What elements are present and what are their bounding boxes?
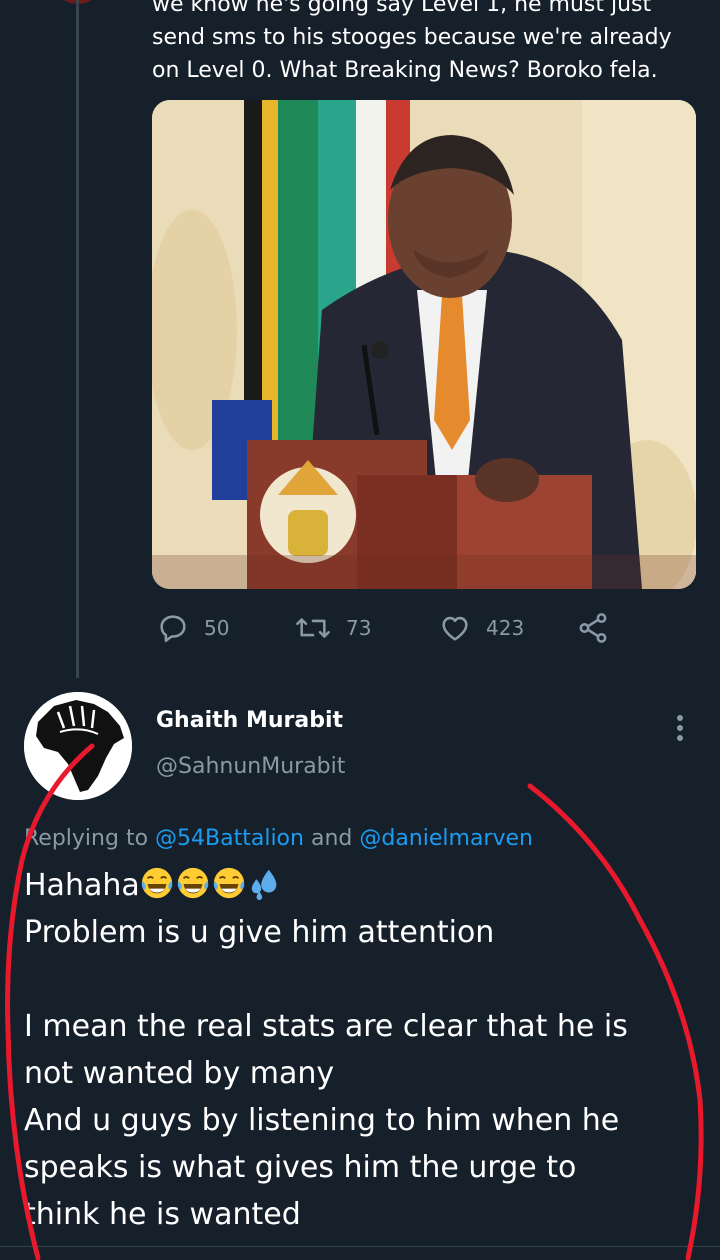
reply-text-line — [24, 956, 704, 1003]
user-handle[interactable]: @SahnunMurabit — [156, 754, 345, 779]
previous-tweet-text-line: we know he's going say Level 1, he must … — [152, 0, 652, 17]
laughing-tears-emoji-icon — [213, 867, 244, 899]
more-options-button[interactable] — [664, 708, 696, 748]
tweet-thread-page: we know he's going say Level 1, he must … — [0, 0, 720, 1260]
share-action[interactable] — [576, 608, 610, 648]
vertical-ellipsis-icon — [677, 715, 683, 741]
laughing-tears-emoji-icon — [177, 867, 208, 899]
reply-text-line: think he is wanted — [24, 1197, 301, 1232]
retweet-action[interactable]: 73 — [294, 608, 371, 648]
display-name[interactable]: Ghaith Murabit — [156, 708, 343, 733]
previous-tweet-text-line: on Level 0. What Breaking News? Boroko f… — [152, 58, 658, 83]
press-conference-photo — [152, 100, 696, 589]
previous-tweet-text: we know he's going say Level 1, he must … — [152, 0, 692, 87]
like-count: 423 — [486, 616, 525, 640]
reply-text-line: Problem is u give him attention — [24, 915, 495, 950]
sweat-droplets-emoji-icon — [251, 869, 277, 900]
mention-link[interactable]: @54Battalion — [155, 826, 304, 851]
reply-text-line: I mean the real stats are clear that he … — [24, 1009, 628, 1044]
retweet-count: 73 — [346, 616, 372, 640]
reply-text-line: not wanted by many — [24, 1056, 335, 1091]
reply-text-line: speaks is what gives him the urge to — [24, 1150, 577, 1185]
laughing-tears-emoji-icon — [141, 867, 172, 899]
tweet-action-bar: 50 73 423 — [152, 608, 692, 648]
heart-icon — [442, 616, 468, 641]
reply-count: 50 — [204, 616, 230, 640]
divider — [0, 1246, 720, 1247]
reply-header: Ghaith Murabit @SahnunMurabit — [0, 690, 720, 810]
share-icon — [579, 613, 607, 643]
reply-text-segment: Hahaha — [24, 868, 140, 903]
africa-fist-avatar-icon — [24, 692, 132, 800]
mention-link[interactable]: @danielmarven — [359, 826, 533, 851]
replying-to-label: Replying to — [24, 826, 156, 851]
replying-to-line: Replying to @54Battalion and @danielmarv… — [24, 826, 533, 851]
reply-text-line: And u guys by listening to him when he — [24, 1103, 620, 1138]
reply-icon — [160, 615, 186, 643]
tweet-photo[interactable] — [152, 100, 696, 589]
reply-tweet-text: Hahaha Problem is u give him attention I… — [24, 862, 704, 1238]
like-action[interactable]: 423 — [438, 608, 524, 648]
retweet-icon — [296, 618, 330, 638]
replying-to-conjunction: and — [303, 826, 360, 851]
previous-tweet-text-line: send sms to his stooges because we're al… — [152, 25, 672, 50]
reply-text-line: Hahaha — [24, 862, 704, 909]
reply-action[interactable]: 50 — [156, 608, 229, 648]
thread-connector-line — [76, 0, 79, 678]
avatar[interactable] — [24, 692, 132, 800]
